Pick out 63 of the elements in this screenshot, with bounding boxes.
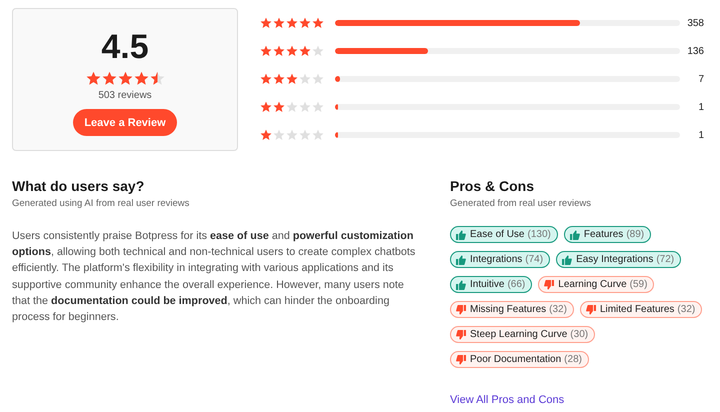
thumbs-down-icon — [544, 280, 554, 290]
section-subtitle: Generated using AI from real user reviews — [12, 198, 190, 209]
pro-tag[interactable]: Ease of Use (130) — [450, 226, 558, 243]
star-icon — [286, 45, 298, 57]
con-tag[interactable]: Missing Features (32) — [450, 301, 574, 318]
pro-tag[interactable]: Intuitive (66) — [450, 276, 532, 293]
con-tag[interactable]: Limited Features (32) — [580, 301, 702, 318]
section-title: What do users say? — [12, 177, 146, 195]
summary-paragraph: Users consistently praise Botpress for its ease of use and powerful customization options, allowing both technical and non-technical users to create complex chatbots efficiently. The platform's flexibility in integrating with various applications and its supportive community enhance the overall experience. However, many users note that the documentation could be improved, which can hinder the onboarding process for beginners. — [12, 229, 416, 326]
pro-tag[interactable]: Easy Integrations (72) — [556, 251, 682, 268]
star-icon — [286, 129, 298, 141]
view-all-link[interactable]: View All Pros and Cons — [450, 394, 564, 406]
review-count: 503 reviews — [98, 90, 152, 101]
thumbs-down-icon — [456, 354, 466, 364]
star-icon — [118, 71, 132, 86]
star-icon — [299, 129, 311, 141]
thumbs-up-icon — [456, 254, 466, 264]
rating-count: 136 — [686, 46, 704, 56]
star-icon — [312, 73, 324, 85]
section-title: Pros & Cons — [450, 177, 536, 195]
star-icon — [273, 73, 285, 85]
star-icon — [102, 71, 116, 86]
star-icon — [86, 71, 100, 86]
star-icon — [273, 101, 285, 113]
star-icon — [312, 17, 324, 29]
rating-score: 4.5 — [101, 29, 149, 65]
star-icon — [312, 129, 324, 141]
star-icon — [286, 101, 298, 113]
star-icon — [299, 101, 311, 113]
con-tag[interactable]: Learning Curve (59) — [538, 276, 654, 293]
star-icon — [299, 45, 311, 57]
rating-count: 1 — [697, 102, 704, 112]
star-icon — [260, 17, 272, 29]
thumbs-down-icon — [456, 330, 466, 340]
star-icon — [286, 73, 298, 85]
star-icon — [312, 45, 324, 57]
con-tag[interactable]: Steep Learning Curve (30) — [450, 326, 596, 343]
thumbs-down-icon — [586, 304, 596, 314]
pro-tag[interactable]: Integrations (74) — [450, 251, 550, 268]
star-icon — [260, 45, 272, 57]
star-icon — [286, 17, 298, 29]
star-icon — [260, 101, 272, 113]
thumbs-up-icon — [562, 254, 572, 264]
section-subtitle: Generated from real user reviews — [450, 198, 592, 209]
star-icon — [150, 71, 164, 86]
star-icon — [134, 71, 148, 86]
star-icon — [312, 101, 324, 113]
rating-count: 7 — [697, 74, 704, 84]
star-icon — [273, 45, 285, 57]
thumbs-down-icon — [456, 304, 466, 314]
star-icon — [299, 73, 311, 85]
con-tag[interactable]: Poor Documentation (28) — [450, 351, 589, 368]
pro-tag[interactable]: Features (89) — [564, 226, 652, 243]
thumbs-up-icon — [570, 230, 580, 240]
star-icon — [299, 17, 311, 29]
thumbs-up-icon — [456, 230, 466, 240]
thumbs-up-icon — [456, 280, 466, 290]
rating-count: 358 — [686, 18, 704, 28]
star-icon — [273, 129, 285, 141]
rating-count: 1 — [697, 130, 704, 140]
star-icon — [260, 129, 272, 141]
star-icon — [260, 73, 272, 85]
star-icon — [273, 17, 285, 29]
